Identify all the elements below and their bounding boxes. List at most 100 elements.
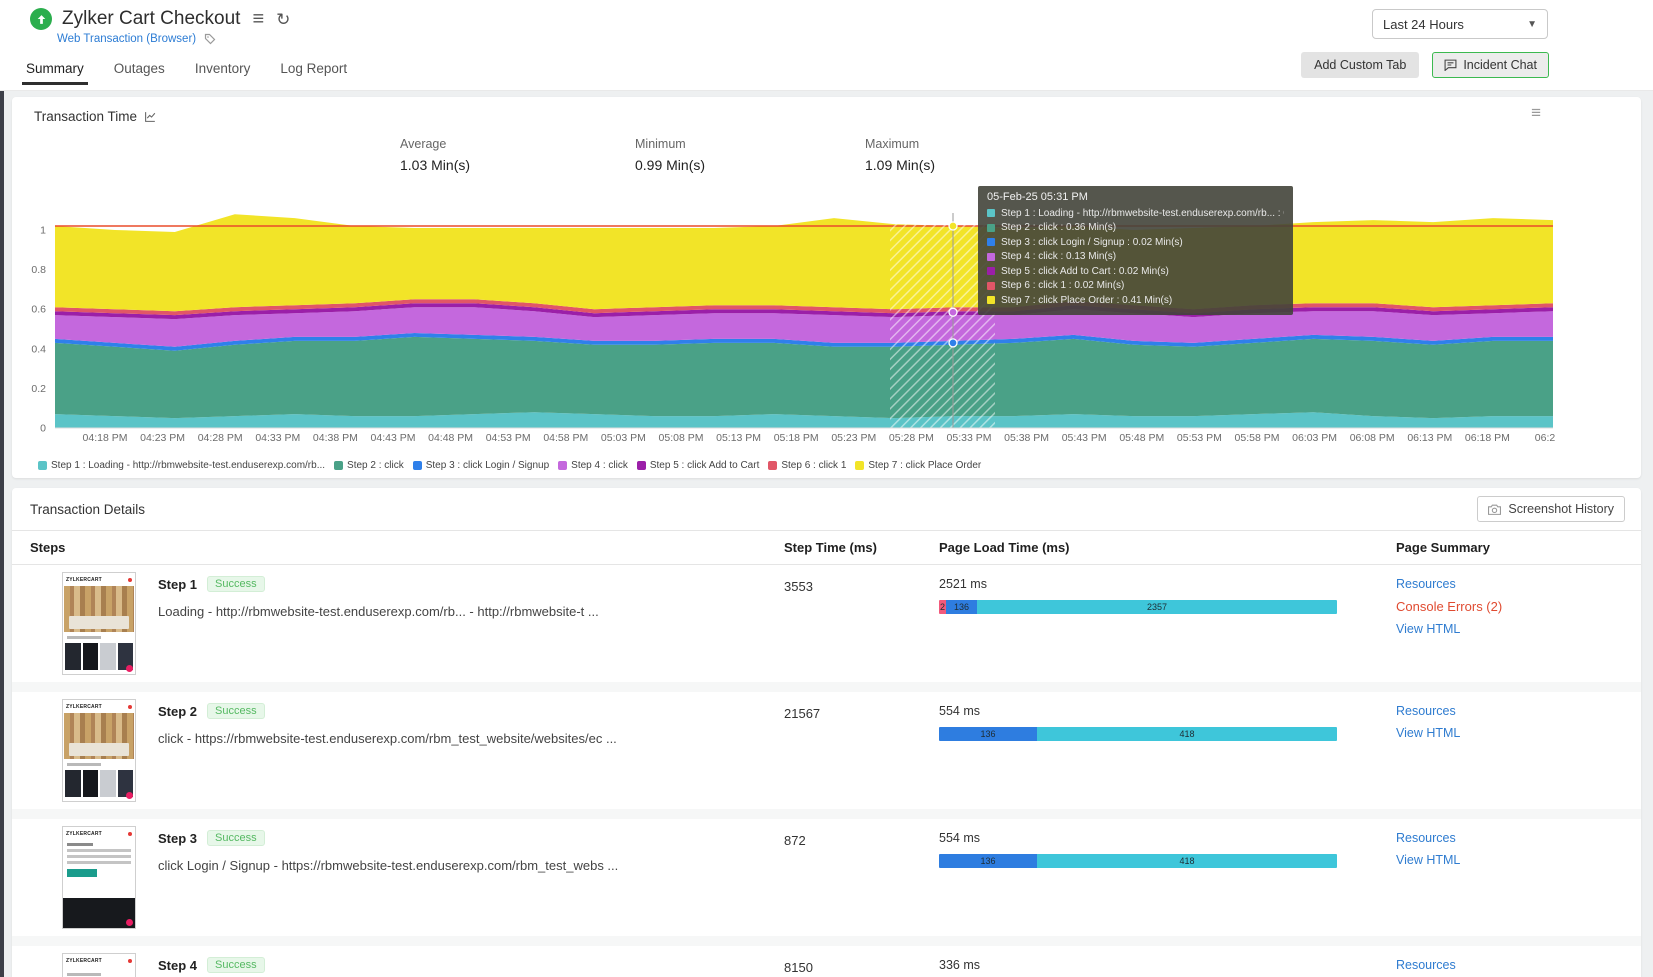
svg-text:05:28 PM: 05:28 PM [889, 432, 934, 444]
load-bar-segment: 136 [946, 600, 977, 614]
time-range-dropdown[interactable]: Last 24 Hours ▼ [1372, 9, 1548, 39]
tooltip-row: Step 5 : click Add to Cart : 0.02 Min(s) [987, 264, 1284, 279]
refresh-icon[interactable]: ↻ [276, 11, 290, 28]
step-name: Step 4 [158, 957, 198, 973]
tab-inventory[interactable]: Inventory [193, 55, 253, 85]
svg-text:05:23 PM: 05:23 PM [831, 432, 876, 444]
transaction-time-chart[interactable]: 0 0.2 0.4 0.6 0.8 1 04:18 PM 04:23 PM 04:28 PM 04… [12, 187, 1641, 457]
resources-link[interactable]: Resources [1396, 831, 1641, 845]
view-html-link[interactable]: View HTML [1396, 726, 1641, 740]
stat-maximum: Maximum 1.09 Min(s) [865, 137, 936, 173]
col-page-load-time: Page Load Time (ms) [939, 540, 1070, 555]
transaction-time-card: Transaction Time ≡ Average 1.03 Min(s) M… [12, 97, 1641, 478]
legend-swatch [38, 461, 47, 470]
view-html-link[interactable]: View HTML [1396, 853, 1641, 867]
step-screenshot-thumbnail[interactable]: ZYLKERCART [62, 826, 136, 929]
legend-item[interactable]: Step 6 : click 1 [768, 460, 846, 471]
console-errors-link[interactable]: Console Errors (2) [1396, 599, 1641, 614]
svg-text:06:18 PM: 06:18 PM [1465, 432, 1510, 444]
legend-item[interactable]: Step 4 : click [558, 460, 628, 471]
legend-swatch [636, 461, 646, 470]
view-html-link[interactable]: View HTML [1396, 622, 1641, 636]
add-custom-tab-button[interactable]: Add Custom Tab [1301, 52, 1420, 78]
load-bar-segment: 2 [939, 600, 946, 614]
load-bar-segment: 136 [939, 727, 1037, 741]
step-name: Step 2 [158, 703, 198, 719]
tab-log-report[interactable]: Log Report [278, 55, 349, 85]
page-load-time-value: 554 ms [939, 831, 980, 845]
camera-icon [1488, 504, 1502, 515]
screenshot-history-button[interactable]: Screenshot History [1477, 496, 1625, 522]
page-load-time-value: 336 ms [939, 958, 980, 972]
table-row: ZYLKERCART Step 4 Success 8150 336 ms Re… [12, 946, 1641, 977]
svg-text:05:38 PM: 05:38 PM [1004, 432, 1049, 444]
svg-text:05:53 PM: 05:53 PM [1177, 432, 1222, 444]
tab-summary[interactable]: Summary [22, 55, 88, 85]
step-screenshot-thumbnail[interactable]: ZYLKERCART [62, 572, 136, 675]
page-load-bar[interactable]: 2 136 2357 [939, 600, 1337, 614]
page-load-bar[interactable]: 136 418 [939, 854, 1337, 868]
svg-text:05:08 PM: 05:08 PM [659, 432, 704, 444]
load-bar-segment: 418 [1037, 854, 1337, 868]
resources-link[interactable]: Resources [1396, 577, 1641, 591]
load-bar-segment: 2357 [977, 600, 1337, 614]
svg-text:05:18 PM: 05:18 PM [774, 432, 819, 444]
legend-item[interactable]: Step 1 : Loading - http://rbmwebsite-tes… [38, 460, 325, 471]
incident-chat-button[interactable]: Incident Chat [1432, 52, 1549, 78]
svg-text:04:58 PM: 04:58 PM [543, 432, 588, 444]
svg-text:0.2: 0.2 [31, 383, 46, 395]
legend-item[interactable]: Step 2 : click [334, 460, 404, 471]
svg-text:0.6: 0.6 [31, 304, 46, 316]
svg-text:04:53 PM: 04:53 PM [486, 432, 531, 444]
svg-text:05:43 PM: 05:43 PM [1062, 432, 1107, 444]
tooltip-row: Step 3 : click Login / Signup : 0.02 Min… [987, 235, 1284, 250]
svg-text:04:28 PM: 04:28 PM [198, 432, 243, 444]
transaction-details-card: Transaction Details Screenshot History S… [12, 488, 1641, 977]
legend-item[interactable]: Step 7 : click Place Order [855, 460, 981, 471]
time-range-value: Last 24 Hours [1383, 16, 1464, 32]
chart-tooltip: 05-Feb-25 05:31 PM Step 1 : Loading - ht… [978, 186, 1293, 315]
step-screenshot-thumbnail[interactable]: ZYLKERCART [62, 953, 136, 977]
tag-icon[interactable] [204, 33, 216, 45]
table-header: Steps Step Time (ms) Page Load Time (ms)… [12, 531, 1641, 564]
tooltip-row: Step 1 : Loading - http://rbmwebsite-tes… [987, 206, 1284, 221]
step-description: click - https://rbmwebsite-test.endusere… [158, 731, 617, 746]
transaction-details-title: Transaction Details [30, 501, 146, 517]
legend-swatch [412, 461, 422, 470]
svg-text:06:2: 06:2 [1535, 432, 1556, 444]
svg-text:05:33 PM: 05:33 PM [947, 432, 992, 444]
chart-options-icon[interactable]: ≡ [1531, 103, 1541, 123]
col-steps: Steps [30, 540, 66, 555]
chevron-down-icon: ▼ [1527, 18, 1537, 30]
expand-chart-icon[interactable] [144, 110, 157, 123]
page-load-time-value: 2521 ms [939, 577, 987, 591]
legend-item[interactable]: Step 5 : click Add to Cart [636, 460, 759, 471]
monitor-type-link[interactable]: Web Transaction (Browser) [57, 33, 196, 45]
table-row: ZYLKERCART Step 2 Success click - https:… [12, 692, 1641, 809]
step-time-value: 8150 [784, 960, 813, 975]
svg-text:04:23 PM: 04:23 PM [140, 432, 185, 444]
step-description: click Login / Signup - https://rbmwebsit… [158, 858, 619, 873]
status-badge: Success [207, 703, 265, 719]
svg-text:06:08 PM: 06:08 PM [1350, 432, 1395, 444]
load-bar-segment: 418 [1037, 727, 1337, 741]
svg-text:04:18 PM: 04:18 PM [83, 432, 128, 444]
monitor-menu-icon[interactable]: ≡ [252, 9, 264, 29]
legend-swatch [768, 461, 778, 470]
stat-minimum: Minimum 0.99 Min(s) [635, 137, 706, 173]
tooltip-timestamp: 05-Feb-25 05:31 PM [987, 191, 1088, 203]
svg-text:06:03 PM: 06:03 PM [1292, 432, 1337, 444]
resources-link[interactable]: Resources [1396, 958, 1641, 972]
app-header: Zylker Cart Checkout ≡ ↻ Web Transaction… [0, 0, 1653, 91]
page-load-bar[interactable]: 136 418 [939, 727, 1337, 741]
legend-item[interactable]: Step 3 : click Login / Signup [412, 460, 549, 471]
page-load-time-value: 554 ms [939, 704, 980, 718]
step-time-value: 21567 [784, 706, 821, 721]
tab-outages[interactable]: Outages [112, 55, 167, 85]
svg-text:05:03 PM: 05:03 PM [601, 432, 646, 444]
step-screenshot-thumbnail[interactable]: ZYLKERCART [62, 699, 136, 802]
resources-link[interactable]: Resources [1396, 704, 1641, 718]
monitor-status-up-icon [30, 8, 52, 30]
legend-swatch [558, 461, 568, 470]
table-row: ZYLKERCART Step 3 Success click Login / … [12, 819, 1641, 936]
